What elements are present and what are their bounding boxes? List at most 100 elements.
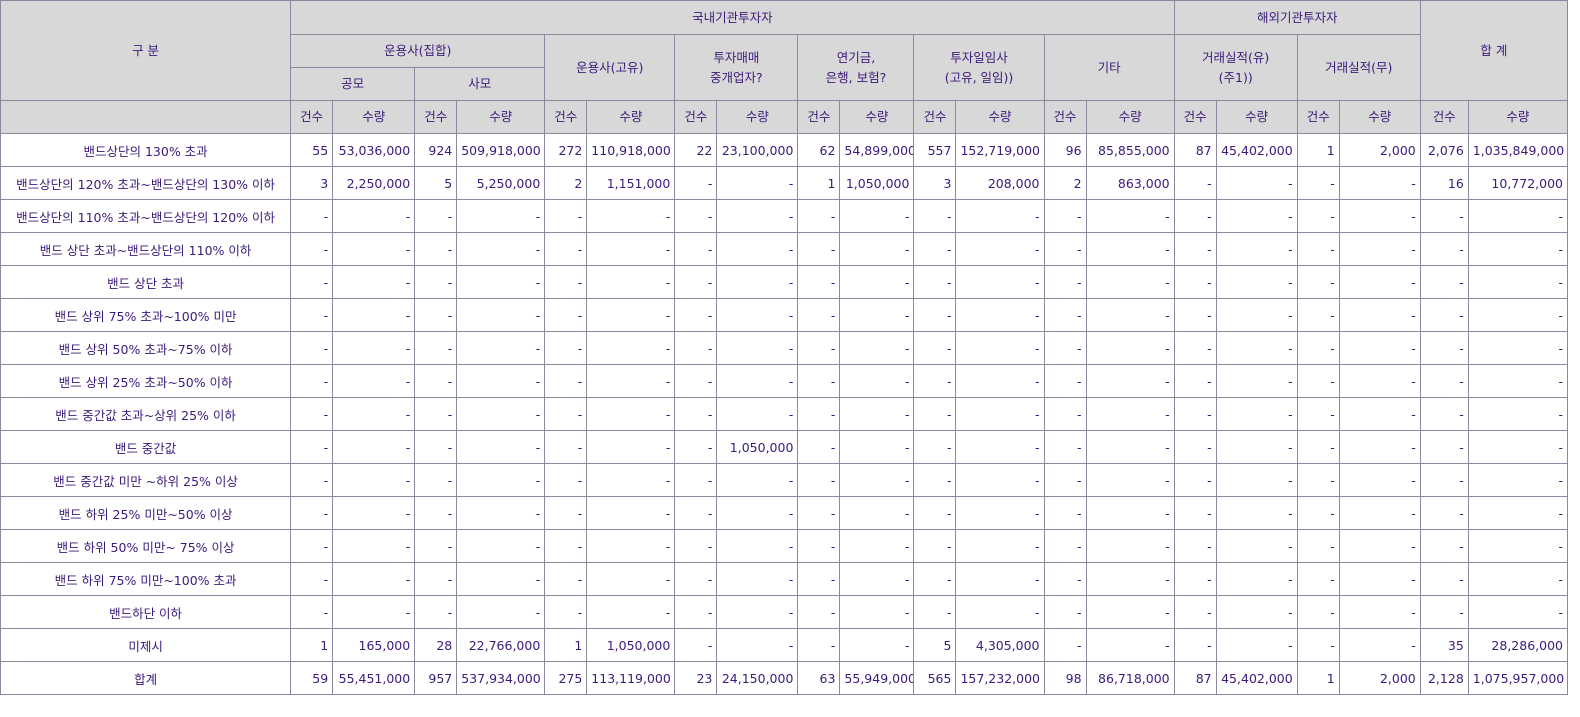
header-total: 합 계	[1419, 0, 1569, 101]
subheader-row: 건수 수량 건수 수량 건수 수량 건수 수량 건수 수량 건수 수량 건수 수량 건수 수량 건수 수량 건수 수량	[0, 100, 1569, 134]
count-cell: -	[544, 364, 588, 398]
qty-cell: -	[332, 496, 416, 530]
count-cell: -	[544, 298, 588, 332]
count-cell: -	[1296, 232, 1340, 266]
count-cell: -	[1173, 628, 1217, 662]
table-row: 밴드 상단 초과 - - - - - - - - - - - - - - - - - - - -	[0, 265, 1569, 299]
subheader-count: 건수	[1419, 100, 1469, 134]
qty-cell: -	[1215, 199, 1298, 233]
count-cell: -	[1296, 166, 1340, 200]
count-cell: -	[290, 265, 334, 299]
qty-cell: -	[1085, 199, 1175, 233]
qty-cell: -	[1085, 331, 1175, 365]
qty-cell: 1,151,000	[586, 166, 676, 200]
qty-cell: -	[1338, 595, 1421, 629]
qty-cell: -	[1467, 331, 1569, 365]
header-private: 사모	[414, 67, 546, 101]
qty-cell: 45,402,000	[1215, 661, 1298, 695]
qty-cell: 509,918,000	[456, 133, 546, 167]
qty-cell: -	[955, 529, 1045, 563]
count-cell: -	[544, 496, 588, 530]
qty-cell: -	[586, 397, 676, 431]
qty-cell: -	[1215, 463, 1298, 497]
count-cell: -	[913, 364, 957, 398]
qty-cell: -	[1338, 199, 1421, 233]
qty-cell: -	[955, 397, 1045, 431]
qty-cell: 2,000	[1338, 661, 1421, 695]
row-label: 미제시	[0, 628, 292, 662]
qty-cell: -	[1215, 232, 1298, 266]
count-cell: -	[1296, 298, 1340, 332]
count-cell: -	[290, 232, 334, 266]
count-cell: -	[797, 562, 841, 596]
subheader-count: 건수	[1296, 100, 1340, 134]
qty-cell: 86,718,000	[1085, 661, 1175, 695]
count-cell: 28	[414, 628, 458, 662]
qty-cell: 1,035,849,000	[1467, 133, 1569, 167]
count-cell: 87	[1173, 661, 1217, 695]
count-cell: 1	[797, 166, 841, 200]
count-cell: -	[797, 298, 841, 332]
subheader-count: 건수	[290, 100, 334, 134]
qty-cell: 113,119,000	[586, 661, 676, 695]
count-cell: -	[1419, 463, 1469, 497]
qty-cell: 152,719,000	[955, 133, 1045, 167]
header-broker: 투자매매 중개업자?	[674, 34, 799, 101]
count-cell: 3	[913, 166, 957, 200]
qty-cell: -	[1085, 628, 1175, 662]
header-discretionary: 투자일임사 (고유, 일임))	[913, 34, 1045, 101]
count-cell: -	[1173, 232, 1217, 266]
qty-cell: -	[716, 331, 799, 365]
qty-cell: -	[839, 397, 915, 431]
count-cell: -	[290, 430, 334, 464]
row-label: 밴드 상단 초과~밴드상단의 110% 이하	[0, 232, 292, 266]
qty-cell: -	[1085, 364, 1175, 398]
count-cell: -	[1296, 364, 1340, 398]
count-cell: -	[1296, 430, 1340, 464]
qty-cell: -	[716, 562, 799, 596]
qty-cell: -	[456, 595, 546, 629]
row-label: 밴드 상위 75% 초과~100% 미만	[0, 298, 292, 332]
count-cell: -	[290, 562, 334, 596]
row-label: 밴드 상위 50% 초과~75% 이하	[0, 331, 292, 365]
count-cell: -	[1173, 562, 1217, 596]
count-cell: -	[1419, 496, 1469, 530]
qty-cell: -	[456, 562, 546, 596]
qty-cell: 1,050,000	[839, 166, 915, 200]
row-label: 밴드 상위 25% 초과~50% 이하	[0, 364, 292, 398]
qty-cell: -	[332, 265, 416, 299]
qty-cell: -	[332, 232, 416, 266]
count-cell: -	[1419, 298, 1469, 332]
header-foreign-investors: 해외기관투자자	[1173, 0, 1421, 35]
count-cell: 35	[1419, 628, 1469, 662]
qty-cell: -	[1085, 463, 1175, 497]
count-cell: -	[1296, 529, 1340, 563]
qty-cell: -	[1215, 364, 1298, 398]
qty-cell: 4,305,000	[955, 628, 1045, 662]
qty-cell: -	[586, 529, 676, 563]
subheader-count: 건수	[414, 100, 458, 134]
qty-cell: -	[839, 628, 915, 662]
qty-cell: -	[716, 628, 799, 662]
row-label: 밴드상단의 110% 초과~밴드상단의 120% 이하	[0, 199, 292, 233]
count-cell: -	[1173, 463, 1217, 497]
count-cell: -	[674, 232, 718, 266]
count-cell: 924	[414, 133, 458, 167]
count-cell: -	[414, 529, 458, 563]
qty-cell: -	[456, 298, 546, 332]
demand-forecast-table: 구 분 국내기관투자자 해외기관투자자 합 계 운용사(집합) 운용사(고유) …	[0, 0, 1569, 695]
qty-cell: -	[955, 331, 1045, 365]
table-row: 밴드 중간값 초과~상위 25% 이하 - - - - - - - - - - - - - - - - - - - -	[0, 397, 1569, 431]
count-cell: -	[290, 199, 334, 233]
qty-cell: -	[1215, 265, 1298, 299]
qty-cell: -	[1467, 265, 1569, 299]
qty-cell: -	[332, 463, 416, 497]
count-cell: -	[290, 331, 334, 365]
qty-cell: -	[332, 298, 416, 332]
count-cell: 98	[1043, 661, 1087, 695]
qty-cell: -	[1338, 265, 1421, 299]
count-cell: -	[544, 595, 588, 629]
qty-cell: -	[716, 364, 799, 398]
qty-cell: 1,050,000	[716, 430, 799, 464]
qty-cell: -	[332, 331, 416, 365]
